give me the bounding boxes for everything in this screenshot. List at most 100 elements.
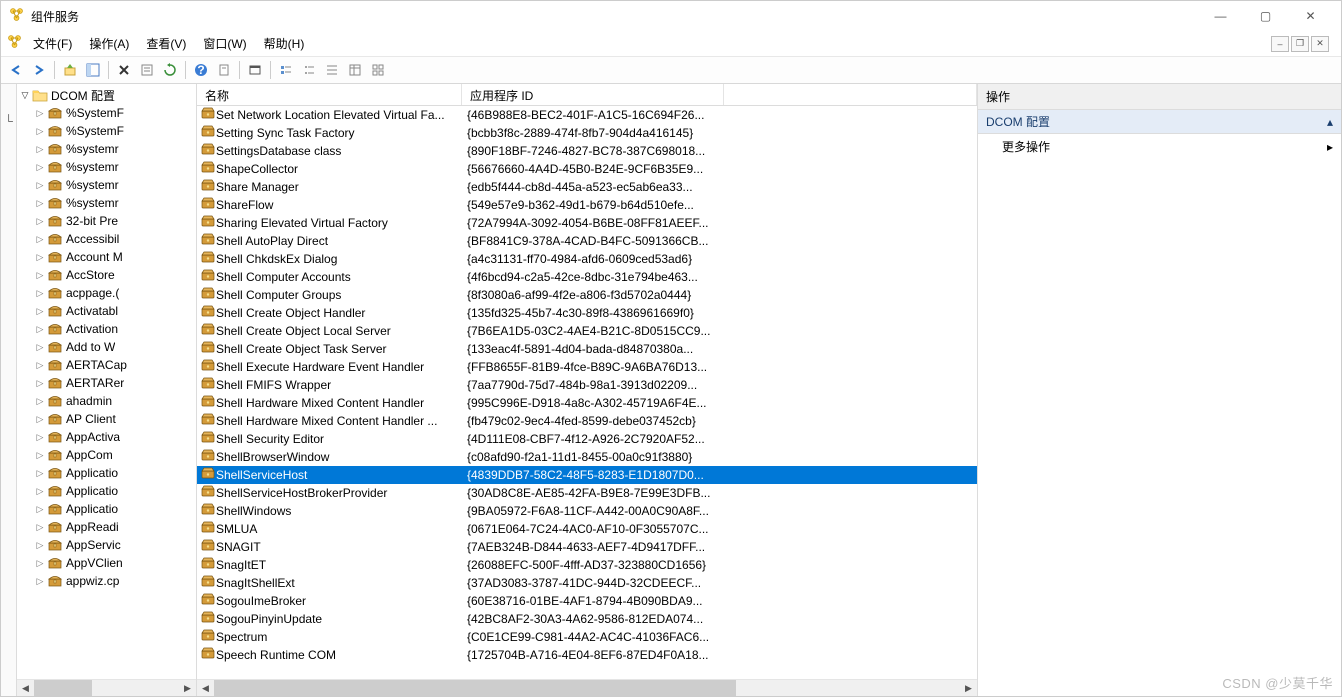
chevron-right-icon[interactable] [33,288,47,299]
list-row[interactable]: Shell Create Object Handler{135fd325-45b… [197,304,977,322]
actions-section[interactable]: DCOM 配置 ▴ [978,110,1341,134]
nav-pane-collapsed[interactable]: └ [1,84,17,696]
chevron-right-icon[interactable] [33,432,47,443]
list-row[interactable]: Shell Execute Hardware Event Handler{FFB… [197,358,977,376]
properties-button[interactable] [136,59,158,81]
chevron-right-icon[interactable] [33,270,47,281]
chevron-right-icon[interactable] [33,108,47,119]
view-2-button[interactable] [298,59,320,81]
tree-item[interactable]: AERTACap [17,356,196,374]
list-row[interactable]: Shell Hardware Mixed Content Handler ...… [197,412,977,430]
chevron-right-icon[interactable] [33,216,47,227]
tree-item[interactable]: Applicatio [17,482,196,500]
mdi-restore[interactable]: ❐ [1291,36,1309,52]
tree-item[interactable]: %systemr [17,176,196,194]
list-row[interactable]: Shell Create Object Task Server{133eac4f… [197,340,977,358]
list-row[interactable]: Setting Sync Task Factory{bcbb3f8c-2889-… [197,124,977,142]
list-row[interactable]: SettingsDatabase class{890F18BF-7246-482… [197,142,977,160]
chevron-right-icon[interactable] [33,576,47,587]
list-row[interactable]: SogouPinyinUpdate{42BC8AF2-30A3-4A62-958… [197,610,977,628]
tree-item[interactable]: %SystemF [17,122,196,140]
list-row[interactable]: Shell AutoPlay Direct{BF8841C9-378A-4CAD… [197,232,977,250]
chevron-right-icon[interactable] [33,234,47,245]
list-row[interactable]: SMLUA{0671E064-7C24-4AC0-AF10-0F3055707C… [197,520,977,538]
list-row[interactable]: Shell FMIFS Wrapper{7aa7790d-75d7-484b-9… [197,376,977,394]
chevron-right-icon[interactable] [33,450,47,461]
list-row[interactable]: SnagItET{26088EFC-500F-4fff-AD37-323880C… [197,556,977,574]
tree-item[interactable]: Accessibil [17,230,196,248]
tree-item[interactable]: %systemr [17,194,196,212]
minimize-button[interactable]: — [1198,2,1243,30]
chevron-right-icon[interactable] [33,252,47,263]
tree-item[interactable]: %systemr [17,158,196,176]
tree-item[interactable]: Activatabl [17,302,196,320]
list-row[interactable]: Shell Hardware Mixed Content Handler{995… [197,394,977,412]
chevron-right-icon[interactable] [33,162,47,173]
col-appid[interactable]: 应用程序 ID [462,84,724,105]
tree-item[interactable]: %systemr [17,140,196,158]
maximize-button[interactable]: ▢ [1243,2,1288,30]
chevron-right-icon[interactable] [33,396,47,407]
list-row[interactable]: Shell Computer Groups{8f3080a6-af99-4f2e… [197,286,977,304]
tree-root[interactable]: DCOM 配置 [17,86,196,104]
export-button[interactable] [213,59,235,81]
tree-item[interactable]: AppActiva [17,428,196,446]
chevron-right-icon[interactable] [33,198,47,209]
menu-file[interactable]: 文件(F) [26,32,79,55]
list-row[interactable]: ShellWindows{9BA05972-F6A8-11CF-A442-00A… [197,502,977,520]
close-button[interactable]: ✕ [1288,2,1333,30]
list-row[interactable]: SogouImeBroker{60E38716-01BE-4AF1-8794-4… [197,592,977,610]
list-row[interactable]: Set Network Location Elevated Virtual Fa… [197,106,977,124]
chevron-right-icon[interactable] [33,126,47,137]
window-button[interactable] [244,59,266,81]
tree-item[interactable]: Add to W [17,338,196,356]
list-row[interactable]: SNAGIT{7AEB324B-D844-4633-AEF7-4D9417DFF… [197,538,977,556]
forward-button[interactable] [28,59,50,81]
tree-item[interactable]: Account M [17,248,196,266]
mdi-close[interactable]: ✕ [1311,36,1329,52]
chevron-right-icon[interactable] [33,540,47,551]
chevron-right-icon[interactable] [33,342,47,353]
show-tree-button[interactable] [82,59,104,81]
tree-item[interactable]: acppage.( [17,284,196,302]
chevron-right-icon[interactable] [33,378,47,389]
list-row[interactable]: Shell Computer Accounts{4f6bcd94-c2a5-42… [197,268,977,286]
view-3-button[interactable] [321,59,343,81]
view-5-button[interactable] [367,59,389,81]
help-button[interactable]: ? [190,59,212,81]
tree-item[interactable]: Applicatio [17,464,196,482]
tree-item[interactable]: ahadmin [17,392,196,410]
tree-hscrollbar[interactable]: ◀ ▶ [17,679,196,696]
menu-view[interactable]: 查看(V) [139,32,193,55]
list-body[interactable]: Set Network Location Elevated Virtual Fa… [197,106,977,679]
mdi-minimize[interactable]: – [1271,36,1289,52]
tree-item[interactable]: Applicatio [17,500,196,518]
view-1-button[interactable] [275,59,297,81]
list-row[interactable]: Shell Security Editor{4D111E08-CBF7-4f12… [197,430,977,448]
menu-help[interactable]: 帮助(H) [257,32,312,55]
menu-action[interactable]: 操作(A) [82,32,136,55]
list-row[interactable]: Shell ChkdskEx Dialog{a4c31131-ff70-4984… [197,250,977,268]
tree-item[interactable]: appwiz.cp [17,572,196,590]
list-row[interactable]: ShareFlow{549e57e9-b362-49d1-b679-b64d51… [197,196,977,214]
chevron-right-icon[interactable] [33,558,47,569]
chevron-right-icon[interactable] [33,180,47,191]
tree-item[interactable]: %SystemF [17,104,196,122]
back-button[interactable] [5,59,27,81]
list-row[interactable]: ShellServiceHostBrokerProvider{30AD8C8E-… [197,484,977,502]
refresh-button[interactable] [159,59,181,81]
list-row[interactable]: ShellServiceHost{4839DDB7-58C2-48F5-8283… [197,466,977,484]
tree-item[interactable]: AppServic [17,536,196,554]
chevron-right-icon[interactable] [33,504,47,515]
list-hscrollbar[interactable]: ◀ ▶ [197,679,977,696]
list-row[interactable]: ShapeCollector{56676660-4A4D-45B0-B24E-9… [197,160,977,178]
tree-item[interactable]: AERTARer [17,374,196,392]
list-row[interactable]: Spectrum{C0E1CE99-C981-44A2-AC4C-41036FA… [197,628,977,646]
list-row[interactable]: Sharing Elevated Virtual Factory{72A7994… [197,214,977,232]
list-row[interactable]: Speech Runtime COM{1725704B-A716-4E04-8E… [197,646,977,664]
chevron-right-icon[interactable] [33,360,47,371]
tree-item[interactable]: AP Client [17,410,196,428]
chevron-down-icon[interactable] [18,90,32,101]
list-row[interactable]: SnagItShellExt{37AD3083-3787-41DC-944D-3… [197,574,977,592]
chevron-right-icon[interactable] [33,522,47,533]
